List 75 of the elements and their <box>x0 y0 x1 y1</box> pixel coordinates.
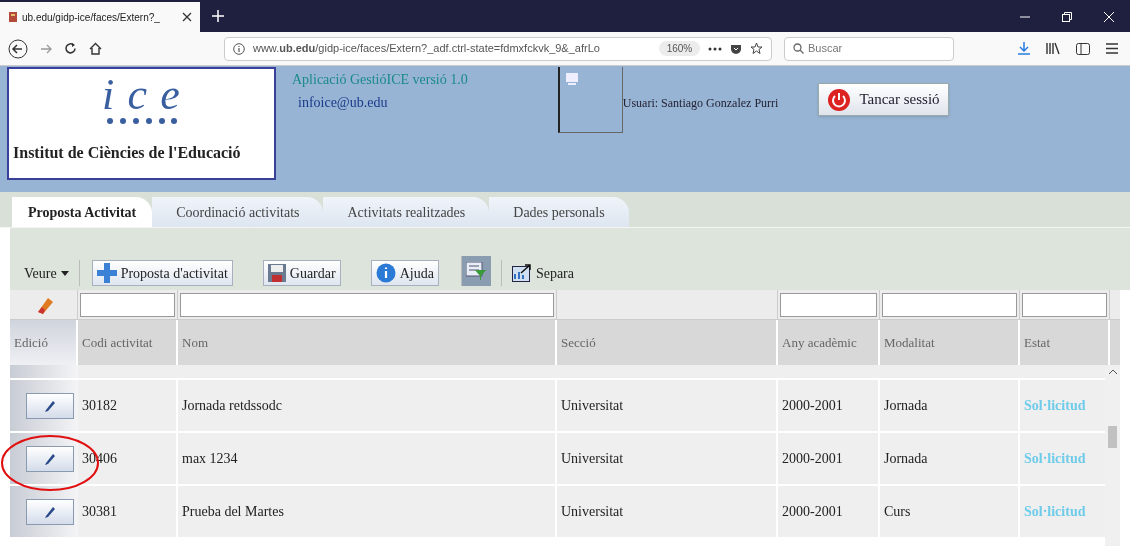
search-field[interactable]: Buscar <box>784 36 954 61</box>
table-cell: Sol·licitud <box>1020 486 1108 537</box>
table-cell: Sol·licitud <box>1020 433 1108 484</box>
forward-icon[interactable] <box>40 42 52 55</box>
menu-icon[interactable] <box>1106 43 1118 54</box>
table-cell: max 1234 <box>178 433 557 484</box>
star-icon[interactable] <box>750 42 763 55</box>
scroll-thumb[interactable] <box>1108 426 1117 448</box>
home-icon[interactable] <box>89 42 102 55</box>
edit-button[interactable] <box>26 445 74 472</box>
user-name: Usuari: Santiago Gonzalez Purri <box>622 95 779 112</box>
pocket-icon[interactable] <box>730 42 743 55</box>
table-cell: Universitat <box>557 380 778 431</box>
logo-text: ice <box>101 73 193 117</box>
table-cell: 2000-2001 <box>778 380 880 431</box>
search-icon <box>793 43 804 54</box>
institute-name: Institut de Ciències de l'Educació <box>13 143 241 163</box>
table-cell: 30381 <box>78 486 178 537</box>
caret-icon <box>60 270 69 276</box>
info-icon[interactable] <box>233 42 245 55</box>
more-icon[interactable] <box>708 46 723 51</box>
tab[interactable]: Coordinació activitats <box>152 197 324 227</box>
table-cell: Jornada retdssodc <box>178 380 557 431</box>
zoom-badge[interactable]: 160% <box>658 41 701 56</box>
restore-icon[interactable] <box>1062 12 1072 22</box>
table-cell: Jornada <box>880 433 1020 484</box>
app-title: Aplicació GestióICE versió 1.0 <box>292 71 468 89</box>
toolbar-button[interactable]: Proposta d'activitat <box>91 260 233 286</box>
scroll-up-icon[interactable] <box>1108 369 1117 374</box>
tab[interactable]: Proposta Activitat <box>12 197 153 227</box>
view-menu[interactable]: Veure <box>24 260 80 286</box>
download-icon[interactable] <box>1018 42 1030 55</box>
reload-icon[interactable] <box>64 42 77 55</box>
back-icon[interactable] <box>8 38 28 59</box>
power-icon <box>827 87 852 112</box>
pencil-icon <box>44 399 56 412</box>
table-cell: 2000-2001 <box>778 433 880 484</box>
table-cell: Universitat <box>557 486 778 537</box>
tab[interactable]: Activitats realitzades <box>323 197 490 227</box>
detach-icon <box>511 264 532 282</box>
toolbar-button[interactable]: Guardar <box>262 260 341 286</box>
table-cell: Jornada <box>880 380 1020 431</box>
broken-image-icon <box>565 73 578 85</box>
close-icon[interactable] <box>182 12 192 22</box>
toolbar-button[interactable]: Ajuda <box>370 260 439 286</box>
edit-button[interactable] <box>26 498 74 525</box>
table-cell: Prueba del Martes <box>178 486 557 537</box>
plus-icon <box>96 263 117 283</box>
column-header[interactable]: Edició <box>10 320 78 365</box>
site-icon <box>8 11 18 23</box>
filter-icon <box>466 262 487 280</box>
pencil-icon <box>44 452 56 465</box>
table-cell: Universitat <box>557 433 778 484</box>
table-cell: Curs <box>880 486 1020 537</box>
address-bar[interactable]: www.ub.edu/gidp-ice/faces/Extern?_adf.ctrl-state=fdmxfckvk_9&_afrLo 160% <box>224 36 772 61</box>
scrollbar[interactable] <box>1105 365 1120 546</box>
table-cell: 30182 <box>78 380 178 431</box>
detach-button[interactable]: Separa <box>500 260 574 286</box>
new-tab-icon[interactable] <box>212 10 224 22</box>
info-icon <box>375 263 396 283</box>
tab-title: ub.edu/gidp-ice/faces/Extern?_ <box>22 10 160 25</box>
table-cell: Sol·licitud <box>1020 380 1108 431</box>
sidebar-icon[interactable] <box>1076 42 1090 55</box>
browser-tab[interactable]: ub.edu/gidp-ice/faces/Extern?_ <box>0 2 200 32</box>
edit-button[interactable] <box>26 392 74 419</box>
filter-toggle-button[interactable] <box>460 256 491 286</box>
url-text: www.ub.edu/gidp-ice/faces/Extern?_adf.ctrl-state=fdmxfckvk_9&_afrLo <box>252 41 601 57</box>
table-cell: 2000-2001 <box>778 486 880 537</box>
pencil-icon <box>44 505 56 518</box>
logout-button[interactable]: Tancar sessió <box>818 83 949 116</box>
dots-icon <box>105 117 178 125</box>
library-icon[interactable] <box>1046 42 1060 55</box>
email-text: infoice@ub.edu <box>298 94 389 112</box>
floppy-icon <box>267 264 286 282</box>
tab[interactable]: Dades personals <box>489 197 629 227</box>
